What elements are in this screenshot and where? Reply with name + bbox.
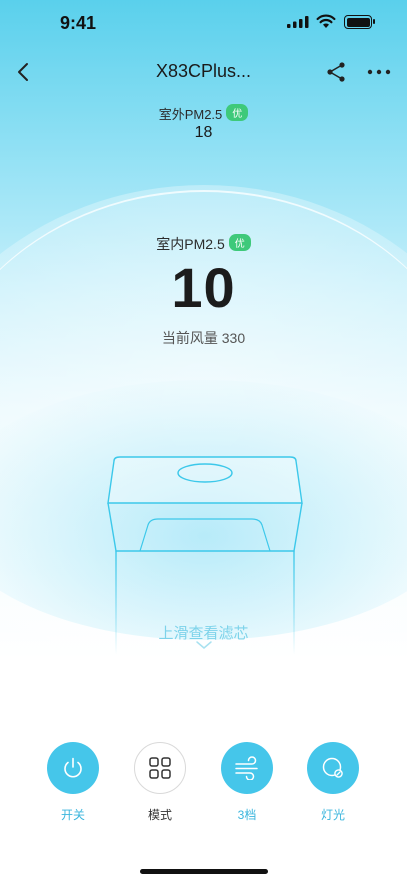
light-icon xyxy=(322,757,343,778)
light-control[interactable]: 灯光 xyxy=(305,742,361,823)
status-bar: 9:41 xyxy=(0,0,407,48)
cellular-signal-icon xyxy=(287,16,309,28)
outdoor-pm25-title: 室外PM2.5 xyxy=(158,107,223,122)
outdoor-pm25-label: 室外PM2.5 优 xyxy=(0,104,407,123)
power-control[interactable]: 开关 xyxy=(45,742,101,823)
share-icon[interactable] xyxy=(322,58,350,86)
indoor-pm25-title: 室内PM2.5 xyxy=(156,236,225,252)
fan-speed-label: 3档 xyxy=(237,808,257,822)
indoor-pm25-label: 室内PM2.5 优 xyxy=(0,234,407,254)
light-label: 灯光 xyxy=(320,808,345,822)
power-icon xyxy=(64,757,82,778)
status-time: 9:41 xyxy=(60,13,97,33)
wind-icon xyxy=(235,756,258,780)
control-bar: 开关 模式 3档 灯光 xyxy=(0,742,407,832)
chevron-down-icon xyxy=(196,641,212,649)
power-button[interactable] xyxy=(47,742,99,794)
power-label: 开关 xyxy=(60,808,85,822)
indoor-quality-badge: 优 xyxy=(228,234,251,251)
fan-speed-control[interactable]: 3档 xyxy=(219,742,275,823)
mode-control[interactable]: 模式 xyxy=(132,742,188,823)
mode-label: 模式 xyxy=(147,808,172,822)
nav-bar: X83CPlus... xyxy=(0,52,407,92)
outdoor-quality-badge: 优 xyxy=(226,104,249,121)
battery-icon xyxy=(344,15,375,29)
fan-speed-button[interactable] xyxy=(221,742,273,794)
indoor-pm25-value: 10 xyxy=(171,256,236,319)
airflow-readout: 当前风量 330 xyxy=(161,330,246,346)
more-options-icon[interactable] xyxy=(364,58,394,86)
light-button[interactable] xyxy=(307,742,359,794)
outdoor-pm25-value: 18 xyxy=(194,124,213,141)
mode-button[interactable] xyxy=(134,742,186,794)
home-indicator[interactable] xyxy=(140,869,268,874)
grid-icon xyxy=(149,757,171,779)
wifi-icon xyxy=(316,14,336,28)
